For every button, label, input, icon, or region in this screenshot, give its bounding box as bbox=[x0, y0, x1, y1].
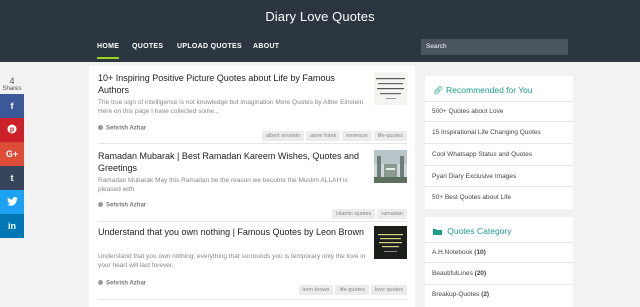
tag[interactable]: islamic-quotes bbox=[332, 209, 376, 219]
post-divider bbox=[98, 143, 407, 144]
post-tags: islamic-quotes ramadan bbox=[330, 202, 407, 220]
author-icon bbox=[98, 280, 103, 285]
recommended-title-text: Recommended for You bbox=[446, 85, 533, 95]
category-count: (20) bbox=[474, 270, 487, 277]
tumblr-share-button[interactable]: t bbox=[0, 166, 24, 190]
twitter-icon bbox=[6, 197, 18, 206]
facebook-share-button[interactable]: f bbox=[0, 94, 24, 118]
main-nav: HOME QUOTES UPLOAD QUOTES ABOUT Search bbox=[0, 33, 640, 62]
tumblr-icon: t bbox=[10, 173, 14, 183]
post-divider bbox=[98, 221, 407, 222]
tag[interactable]: anne frank bbox=[306, 131, 341, 141]
categories-title-text: Quotes Category bbox=[447, 226, 512, 236]
recommended-item[interactable]: Cool Whatsapp Status and Quotes bbox=[432, 151, 532, 158]
post-tags: leon brown life-quotes love quotes bbox=[297, 278, 407, 296]
author-name: Sehrish Azhar bbox=[106, 280, 147, 287]
post-card: Understand that you own nothing | Famous… bbox=[98, 226, 407, 296]
recommended-item[interactable]: 500+ Quotes about Love bbox=[432, 108, 503, 115]
category-count: (2) bbox=[481, 291, 490, 298]
search-input[interactable]: Search bbox=[421, 39, 568, 55]
widget-divider bbox=[425, 242, 573, 243]
category-name: A.H.Notebook bbox=[432, 249, 473, 256]
post-list: 10+ Inspiring Positive Picture Quotes ab… bbox=[89, 66, 415, 307]
recommended-item[interactable]: Pyari Diary Exclusive Images bbox=[432, 173, 516, 180]
site-header: Diary Love Quotes HOME QUOTES UPLOAD QUO… bbox=[0, 0, 640, 62]
widget-divider bbox=[425, 101, 573, 102]
recommended-item[interactable]: 50+ Best Quotes about Life bbox=[432, 194, 511, 201]
mosque-image bbox=[374, 150, 407, 183]
share-label: Shares bbox=[2, 86, 22, 92]
site-title[interactable]: Diary Love Quotes bbox=[0, 9, 640, 24]
post-thumbnail[interactable] bbox=[374, 72, 407, 105]
recommended-item[interactable]: 15 Inspirational Life Changing Quotes bbox=[432, 129, 541, 136]
google-plus-share-button[interactable]: G+ bbox=[0, 142, 24, 166]
post-card: 10+ Inspiring Positive Picture Quotes ab… bbox=[98, 72, 407, 142]
author-icon bbox=[98, 125, 103, 130]
recommended-title: 🔗︎ Recommended for You bbox=[433, 85, 533, 95]
post-title[interactable]: Ramadan Mubarak | Best Ramadan Kareem Wi… bbox=[98, 150, 366, 174]
link-icon: 🔗︎ bbox=[433, 86, 444, 95]
tag[interactable]: leon brown bbox=[298, 285, 334, 295]
category-item[interactable]: A.H.Notebook (10) bbox=[432, 249, 486, 256]
widget-divider bbox=[425, 121, 573, 122]
author-name: Sehrish Azhar bbox=[106, 125, 147, 132]
widget-divider bbox=[425, 165, 573, 166]
post-tags: albert einstein anne frank emerson life-quo… bbox=[260, 124, 407, 142]
post-author[interactable]: Sehrish Azhar bbox=[98, 125, 146, 132]
category-item[interactable]: BeautifulLines (20) bbox=[432, 270, 486, 277]
author-name: Sehrish Azhar bbox=[106, 202, 147, 209]
widget-divider bbox=[425, 262, 573, 263]
nav-about[interactable]: ABOUT bbox=[253, 43, 279, 50]
pinterest-share-button[interactable]: p bbox=[0, 118, 24, 142]
post-excerpt: Ramadan Mubarak May this Ramadan be the … bbox=[98, 177, 348, 193]
widget-divider bbox=[425, 186, 573, 187]
tag[interactable]: albert einstein bbox=[261, 131, 305, 141]
post-title[interactable]: Understand that you own nothing | Famous… bbox=[98, 226, 366, 238]
tag[interactable]: life-quotes bbox=[335, 285, 369, 295]
category-name: Breakup-Quotes bbox=[432, 291, 480, 298]
categories-title: Quotes Category bbox=[433, 226, 512, 236]
post-author[interactable]: Sehrish Azhar bbox=[98, 280, 146, 287]
author-icon bbox=[98, 202, 103, 207]
pinterest-icon: p bbox=[7, 124, 17, 134]
recommended-widget: 🔗︎ Recommended for You 500+ Quotes about … bbox=[425, 76, 573, 209]
linkedin-share-button[interactable]: in bbox=[0, 214, 24, 238]
post-thumbnail[interactable] bbox=[374, 150, 407, 183]
category-item[interactable]: Breakup-Quotes (2) bbox=[432, 291, 489, 298]
post-excerpt: Understand that you own nothing; everyth… bbox=[98, 253, 366, 269]
widget-divider bbox=[425, 284, 573, 285]
tag[interactable]: life-quotes bbox=[373, 131, 407, 141]
nav-home[interactable]: HOME bbox=[97, 43, 120, 59]
categories-widget: Quotes Category A.H.Notebook (10) Beauti… bbox=[425, 217, 573, 307]
dark-quote-image bbox=[374, 226, 407, 259]
post-author[interactable]: Sehrish Azhar bbox=[98, 202, 146, 209]
folder-icon bbox=[433, 227, 444, 236]
quote-card-image bbox=[374, 72, 407, 105]
category-count: (10) bbox=[474, 249, 486, 256]
category-name: BeautifulLines bbox=[432, 270, 473, 277]
tag[interactable]: emerson bbox=[342, 131, 372, 141]
facebook-icon: f bbox=[10, 101, 14, 111]
post-title[interactable]: 10+ Inspiring Positive Picture Quotes ab… bbox=[98, 72, 366, 96]
tag[interactable]: love quotes bbox=[370, 285, 407, 295]
google-plus-icon: G+ bbox=[5, 149, 19, 159]
twitter-share-button[interactable] bbox=[0, 190, 24, 214]
tag[interactable]: ramadan bbox=[377, 209, 407, 219]
widget-divider bbox=[425, 143, 573, 144]
post-divider bbox=[98, 299, 407, 300]
svg-text:p: p bbox=[10, 127, 14, 134]
linkedin-icon: in bbox=[8, 221, 16, 231]
post-card: Ramadan Mubarak | Best Ramadan Kareem Wi… bbox=[98, 150, 407, 220]
nav-upload-quotes[interactable]: UPLOAD QUOTES bbox=[177, 43, 242, 50]
post-thumbnail[interactable] bbox=[374, 226, 407, 259]
nav-quotes[interactable]: QUOTES bbox=[132, 43, 163, 50]
share-counter: 4 Shares bbox=[0, 76, 24, 92]
share-count: 4 bbox=[9, 76, 15, 86]
post-excerpt: The true sign of intelligence is not kno… bbox=[98, 99, 364, 115]
